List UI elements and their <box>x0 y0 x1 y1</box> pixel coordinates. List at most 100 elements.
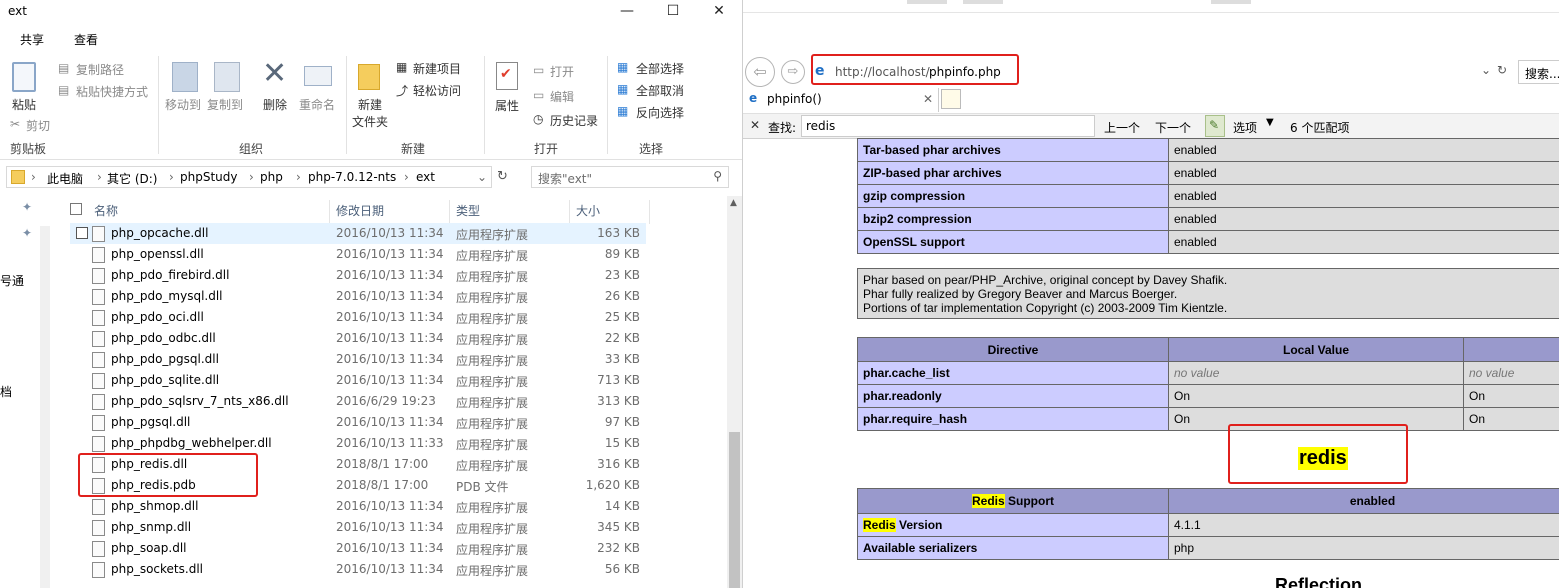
file-row[interactable]: php_pdo_sqlsrv_7_nts_x86.dll 2016/6/29 19… <box>70 391 646 412</box>
file-row[interactable]: php_pdo_firebird.dll 2016/10/13 11:34 应用程序… <box>70 265 646 286</box>
file-row[interactable]: php_pdo_mysql.dll 2016/10/13 11:34 应用程序扩展 2… <box>70 286 646 307</box>
open-button[interactable]: 打开 <box>550 63 574 80</box>
invert-selection-button[interactable]: 反向选择 <box>636 104 684 121</box>
tab-share[interactable]: 共享 <box>20 31 44 48</box>
column-divider[interactable] <box>649 200 650 224</box>
back-button[interactable]: ⇦ <box>745 57 775 87</box>
find-previous-button[interactable]: 上一个 <box>1104 119 1140 136</box>
breadcrumb-php-version[interactable]: php-7.0.12-nts <box>308 170 396 184</box>
column-divider[interactable] <box>569 200 570 224</box>
copy-path-button[interactable]: 复制路径 <box>76 61 124 78</box>
file-row[interactable]: php_soap.dll 2016/10/13 11:34 应用程序扩展 232 KB <box>70 538 646 559</box>
new-folder-button-line2[interactable]: 文件夹 <box>352 113 388 130</box>
file-row[interactable]: php_sockets.dll 2016/10/13 11:34 应用程序扩展 56 … <box>70 559 646 580</box>
phar-value: enabled <box>1168 184 1559 208</box>
breadcrumb-ext[interactable]: ext <box>416 170 435 184</box>
file-name: php_openssl.dll <box>111 247 204 261</box>
select-none-button[interactable]: 全部取消 <box>636 82 684 99</box>
column-date[interactable]: 修改日期 <box>336 202 384 224</box>
paste-button[interactable]: 粘贴 <box>12 96 36 113</box>
minimize-button[interactable]: — <box>604 0 650 22</box>
file-row[interactable]: php_shmop.dll 2016/10/13 11:34 应用程序扩展 14 KB <box>70 496 646 517</box>
new-item-button[interactable]: 新建项目 <box>413 60 461 77</box>
column-divider[interactable] <box>449 200 450 224</box>
refresh-icon[interactable]: ↻ <box>497 169 508 184</box>
breadcrumb-this-pc[interactable]: 此电脑 <box>47 170 83 187</box>
refresh-icon[interactable]: ↻ <box>1497 63 1507 77</box>
forward-button[interactable]: ⇨ <box>781 60 805 84</box>
close-button[interactable]: ✕ <box>696 0 742 22</box>
copy-to-button[interactable]: 复制到 <box>207 96 243 113</box>
redis-value: 4.1.1 <box>1168 513 1559 537</box>
chevron-down-icon[interactable]: ⌄ <box>477 170 487 184</box>
move-to-button[interactable]: 移动到 <box>165 96 201 113</box>
properties-button[interactable]: 属性 <box>495 97 519 114</box>
master-value-header <box>1463 337 1559 362</box>
column-divider[interactable] <box>329 200 330 224</box>
close-tab-icon[interactable]: ✕ <box>923 92 933 106</box>
file-row[interactable]: php_pdo_odbc.dll 2016/10/13 11:34 应用程序扩展 22… <box>70 328 646 349</box>
paste-shortcut-button[interactable]: 粘贴快捷方式 <box>76 83 148 100</box>
scroll-up-icon[interactable]: ▲ <box>730 198 737 208</box>
select-all-checkbox[interactable] <box>70 203 82 215</box>
breadcrumb-php[interactable]: php <box>260 170 283 184</box>
search-box[interactable]: 搜索"ext" ⚲ <box>531 166 729 188</box>
edit-button[interactable]: 编辑 <box>550 88 574 105</box>
nav-scrollbar[interactable] <box>40 226 50 588</box>
easy-access-button[interactable]: 轻松访问 <box>413 82 461 99</box>
group-label-new: 新建 <box>401 142 426 156</box>
find-next-button[interactable]: 下一个 <box>1155 119 1191 136</box>
chevron-down-icon[interactable]: ▼ <box>1266 117 1274 128</box>
history-button[interactable]: 历史记录 <box>550 112 598 129</box>
phar-row: Tar-based phar archives enabled <box>857 138 1559 162</box>
file-row[interactable]: php_pgsql.dll 2016/10/13 11:34 应用程序扩展 97 KB <box>70 412 646 433</box>
file-size: 15 KB <box>604 436 640 450</box>
maximize-button[interactable]: ☐ <box>650 0 696 22</box>
file-icon <box>92 541 105 557</box>
file-type: 应用程序扩展 <box>456 228 529 242</box>
tab-view[interactable]: 查看 <box>74 31 98 48</box>
nav-item-fragment[interactable]: 号通 <box>0 272 24 289</box>
file-row[interactable]: php_snmp.dll 2016/10/13 11:34 应用程序扩展 345 KB <box>70 517 646 538</box>
find-input[interactable]: redis <box>801 115 1095 137</box>
find-options-button[interactable]: 选项 <box>1233 119 1257 136</box>
file-row[interactable]: php_opcache.dll 2016/10/13 11:34 应用程序扩展 163… <box>70 223 646 244</box>
nav-item-fragment[interactable]: 档 <box>0 383 12 400</box>
dropdown-icon[interactable]: ⌄ <box>1481 63 1491 77</box>
tab-phpinfo[interactable]: e phpinfo() ✕ <box>743 88 939 112</box>
select-all-button[interactable]: 全部选择 <box>636 60 684 77</box>
new-folder-button-line1[interactable]: 新建 <box>358 96 382 113</box>
browser-search-box[interactable]: 搜索... <box>1518 60 1559 84</box>
file-size: 25 KB <box>604 310 640 324</box>
close-find-icon[interactable]: ✕ <box>750 118 760 132</box>
file-row[interactable]: php_openssl.dll 2016/10/13 11:34 应用程序扩展 89 … <box>70 244 646 265</box>
column-size[interactable]: 大小 <box>576 202 600 224</box>
file-row[interactable]: php_pdo_oci.dll 2016/10/13 11:34 应用程序扩展 25 … <box>70 307 646 328</box>
file-icon <box>92 415 105 431</box>
highlight-toggle[interactable]: ✎ <box>1205 115 1225 137</box>
highlighted-match: Redis <box>863 518 896 532</box>
file-list-scrollbar[interactable]: ▲ <box>727 196 742 588</box>
file-row[interactable]: php_phpdbg_webhelper.dll 2016/10/13 11:33… <box>70 433 646 454</box>
column-type[interactable]: 类型 <box>456 202 480 224</box>
scrollbar-thumb[interactable] <box>729 432 740 588</box>
new-tab-button[interactable] <box>941 89 961 109</box>
delete-button[interactable]: 删除 <box>263 96 287 113</box>
local-value-header: Local Value <box>1168 337 1464 362</box>
file-icon <box>92 373 105 389</box>
file-name: php_pdo_sqlsrv_7_nts_x86.dll <box>111 394 289 408</box>
rename-button[interactable]: 重命名 <box>299 96 335 113</box>
file-size: 163 KB <box>597 226 640 240</box>
file-name: php_pdo_sqlite.dll <box>111 373 220 387</box>
file-row[interactable]: php_pdo_sqlite.dll 2016/10/13 11:34 应用程序扩展… <box>70 370 646 391</box>
row-checkbox[interactable] <box>76 227 88 239</box>
breadcrumb-phpstudy[interactable]: phpStudy <box>180 170 238 184</box>
breadcrumb-drive-d[interactable]: 其它 (D:) <box>107 170 157 187</box>
column-name[interactable]: 名称 <box>94 202 118 224</box>
cut-button[interactable]: 剪切 <box>26 117 50 134</box>
file-name: php_pgsql.dll <box>111 415 191 429</box>
file-size: 713 KB <box>597 373 640 387</box>
window-title: ext <box>8 4 27 18</box>
file-row[interactable]: php_pdo_pgsql.dll 2016/10/13 11:34 应用程序扩展 3… <box>70 349 646 370</box>
address-bar[interactable]: › 此电脑 › 其它 (D:) › phpStudy › php › php-7… <box>6 166 492 188</box>
